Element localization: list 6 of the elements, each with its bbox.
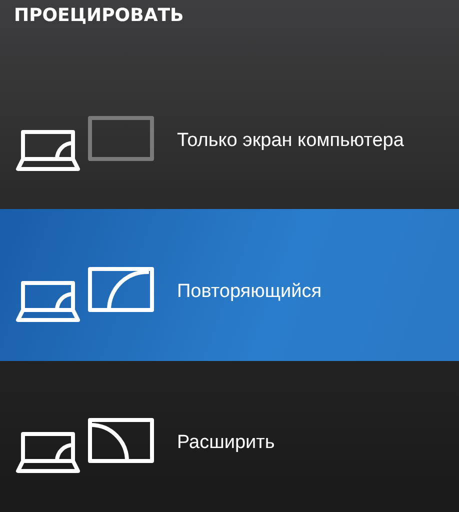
- display-mode-icon: [15, 264, 155, 325]
- display-mode-icon: [15, 114, 155, 174]
- panel-title: ПРОЕЦИРОВАТЬ: [14, 5, 184, 26]
- projection-option[interactable]: Расширить: [0, 360, 459, 512]
- projection-option[interactable]: Повторяющийся: [0, 209, 459, 361]
- projection-option[interactable]: Только экран компьютера: [0, 58, 459, 210]
